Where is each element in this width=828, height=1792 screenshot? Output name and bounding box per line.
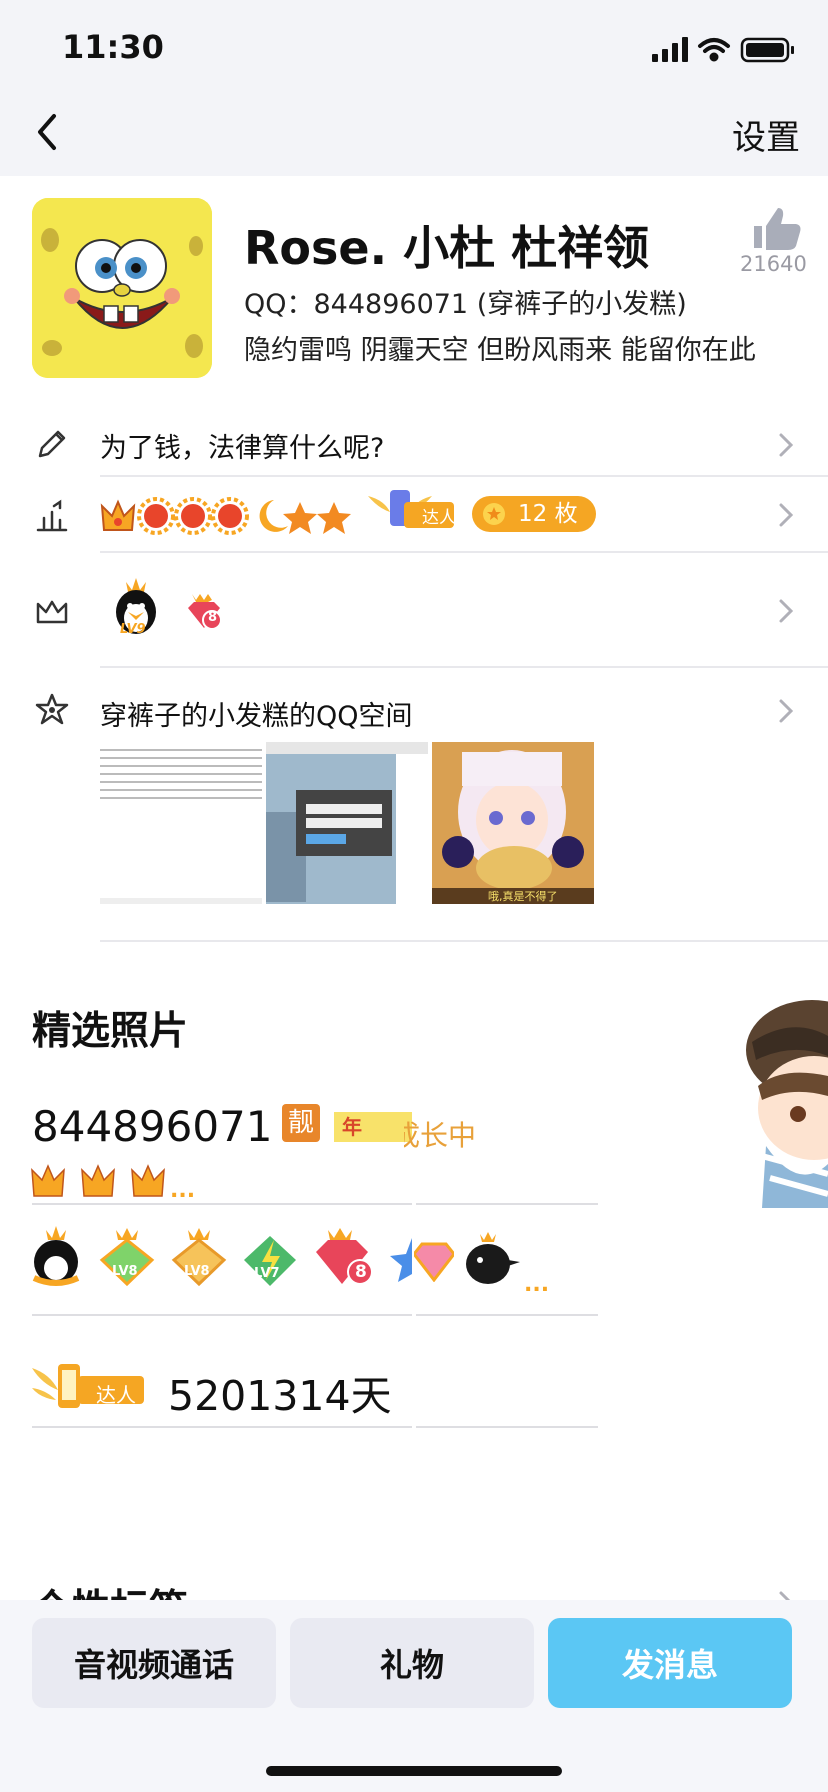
green-lightning-badge: LV7	[240, 1232, 300, 1290]
medal-count: 12 枚	[518, 501, 578, 527]
daren-badge: 达人	[364, 486, 456, 534]
av-call-button[interactable]: 音视频通话	[32, 1618, 276, 1708]
crown-icon	[100, 499, 136, 531]
crown-outline-icon	[36, 600, 68, 624]
profile-name: Rose. 小杜 杜祥领	[244, 221, 650, 275]
thumb-caption: 哦,真是不得了	[488, 890, 558, 903]
growing-text: 成长中	[404, 1119, 477, 1150]
qzone-photo[interactable]	[100, 742, 262, 904]
spreadsheet-screenshot-image	[100, 742, 262, 904]
signal-icon	[652, 37, 688, 62]
moon-icon	[259, 500, 288, 532]
thumbs-up-icon[interactable]	[740, 204, 808, 252]
daren-label: 达人	[96, 1383, 136, 1407]
qzone-photo[interactable]: 哦,真是不得了	[432, 742, 594, 904]
send-message-button[interactable]: 发消息	[548, 1618, 792, 1708]
browser-screenshot-image	[266, 742, 428, 904]
star-icon	[317, 502, 351, 534]
anime-girl-image	[432, 742, 594, 904]
avatar[interactable]	[32, 198, 212, 378]
gem-badge: 8	[184, 592, 224, 632]
crown-row	[31, 1164, 165, 1197]
wifi-icon	[698, 38, 730, 62]
liang-badge: 靓	[282, 1104, 320, 1142]
bottom-action-bar: 音视频通话 礼物 发消息	[0, 1600, 828, 1792]
pencil-icon	[38, 430, 66, 458]
qzone-photo[interactable]	[266, 742, 428, 904]
green-level-badge: LV8	[96, 1228, 158, 1290]
divider	[32, 1203, 412, 1205]
level-label: LV8	[112, 1264, 138, 1279]
featured-title: 精选照片	[32, 1009, 189, 1054]
divider	[100, 551, 828, 553]
crown-icon	[31, 1164, 65, 1197]
daren-label: 达人	[422, 508, 456, 528]
star-icon	[283, 502, 317, 534]
pink-gem-icon	[414, 1242, 454, 1282]
medal-icon	[483, 503, 505, 525]
chibi-character-image	[746, 1000, 828, 1208]
daren-days: 5201314天	[168, 1372, 392, 1420]
daren-badge: 达人	[30, 1362, 148, 1412]
home-indicator[interactable]	[266, 1766, 562, 1776]
black-bird-icon	[466, 1232, 520, 1284]
sun-icon	[174, 497, 212, 535]
crown-icon	[131, 1164, 165, 1197]
crown-icon	[81, 1164, 115, 1197]
settings-button[interactable]: 设置	[732, 110, 800, 159]
rank-chart-icon	[36, 499, 68, 532]
divider	[100, 666, 828, 668]
battery-icon	[740, 37, 794, 63]
gem-level-label: 8	[208, 610, 218, 625]
profile-qq: QQ：844896071 (穿裤子的小发糕)	[244, 289, 687, 320]
level-label: LV8	[184, 1264, 210, 1279]
divider	[416, 1426, 598, 1428]
qq-level-badge: LV9	[110, 576, 162, 640]
gold-level-badge: LV8	[168, 1228, 230, 1290]
divider	[100, 940, 828, 942]
growing-label: 成长中	[404, 1114, 508, 1150]
star-outline-icon	[35, 693, 69, 725]
divider	[100, 475, 828, 477]
chevron-right-icon[interactable]	[778, 698, 794, 724]
gift-button[interactable]: 礼物	[290, 1618, 534, 1708]
status-icons	[652, 37, 794, 63]
featured-number: 844896071	[32, 1102, 273, 1151]
penguin-icon	[32, 1226, 80, 1286]
status-time: 11:30	[62, 28, 164, 66]
qq-level-label: LV9	[120, 622, 146, 637]
top-bar	[0, 0, 828, 176]
qzone-title[interactable]: 穿裤子的小发糕的QQ空间	[100, 694, 413, 733]
level-label: 8	[355, 1262, 367, 1282]
sun-icon	[137, 497, 175, 535]
svip-badge: 年SVIP	[334, 1112, 412, 1142]
level-label: LV7	[254, 1266, 280, 1281]
spongebob-avatar-image	[32, 198, 212, 378]
chevron-right-icon[interactable]	[778, 598, 794, 624]
divider	[416, 1314, 598, 1316]
blue-star-icon	[390, 1238, 412, 1282]
red-gem-icon	[188, 594, 222, 630]
profile-signature: 隐约雷鸣 阴霾天空 但盼风雨来 能留你在此	[244, 335, 756, 366]
like-count: 21640	[740, 252, 807, 276]
motto-text[interactable]: 为了钱，法律算什么呢?	[100, 426, 384, 465]
divider	[32, 1426, 412, 1428]
back-icon[interactable]	[30, 108, 70, 156]
more-dots: ...	[524, 1272, 550, 1297]
level-icons	[100, 497, 351, 535]
divider	[32, 1314, 412, 1316]
red-gem-badge: 8	[312, 1226, 374, 1290]
divider	[416, 1203, 598, 1205]
sun-icon	[211, 497, 249, 535]
medal-count-pill[interactable]: 12 枚	[472, 496, 596, 532]
chevron-right-icon[interactable]	[778, 502, 794, 528]
more-dots: ...	[170, 1178, 196, 1203]
chevron-right-icon[interactable]	[778, 432, 794, 458]
